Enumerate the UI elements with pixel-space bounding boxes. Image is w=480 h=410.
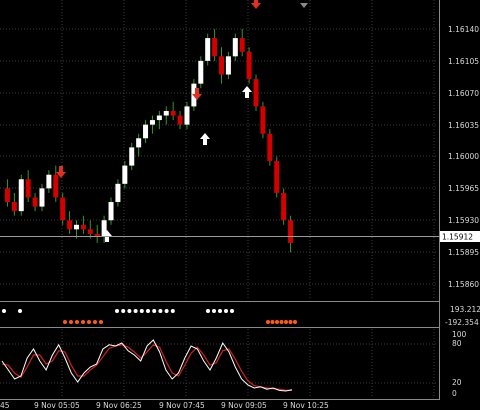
indicator-dot — [164, 309, 169, 313]
candle-body — [53, 174, 59, 198]
price-tick-label: 1.16105 — [448, 57, 479, 66]
candle-body — [205, 38, 211, 61]
indicator-dot — [212, 309, 216, 313]
price-tick-label: 1.15860 — [448, 280, 479, 289]
stoch-level-label: 100 — [452, 330, 467, 339]
chart-canvas[interactable]: 1.16140 1.16105 1.16070 1.16035 1.16000 … — [0, 0, 480, 410]
candle-body — [225, 56, 231, 75]
price-tick-label: 1.16000 — [448, 152, 479, 161]
indicator-dot — [2, 309, 6, 313]
candle-body — [122, 165, 128, 184]
indicator-dot — [115, 309, 119, 313]
candle-body — [219, 56, 224, 75]
indicator-dot — [170, 309, 175, 313]
indicator-dot — [127, 309, 132, 313]
time-tick-label: 9 Nov 07:45 — [159, 401, 205, 410]
candle-body — [260, 106, 266, 134]
indicator-dot — [288, 320, 293, 324]
candle-body — [232, 38, 238, 57]
candle-body — [136, 138, 142, 148]
price-tick-label: 1.15965 — [448, 184, 479, 193]
indicator-dot — [293, 320, 297, 324]
indicator-dot — [87, 320, 91, 324]
candle-body — [198, 60, 204, 84]
candle-body — [80, 224, 86, 230]
indicator-dot — [99, 320, 103, 324]
price-tick-label: 1.16140 — [448, 25, 479, 34]
candle-body — [288, 220, 294, 244]
time-tick-label: 9 Nov 09:05 — [221, 401, 267, 410]
candle-body — [163, 110, 169, 116]
indicator-dot — [275, 320, 279, 324]
indicator-dot — [121, 309, 126, 313]
indicator-dot — [75, 320, 79, 324]
indicator-dot — [279, 320, 284, 324]
price-tick-label: 1.15895 — [448, 248, 479, 257]
candle-body — [108, 202, 114, 221]
candle-body — [212, 38, 218, 57]
indicator-dot — [133, 309, 138, 313]
indicator-dot — [146, 309, 150, 313]
indicator-dot — [284, 320, 288, 324]
indicator-dot — [63, 320, 67, 324]
candle-body — [143, 124, 149, 139]
candle-body — [149, 120, 155, 125]
indicator-dot — [230, 309, 234, 313]
candle-body — [74, 224, 79, 230]
candle-body — [25, 179, 31, 198]
time-tick-label: 9 Nov 10:25 — [283, 401, 329, 410]
time-tick-label: 9 Nov 06:25 — [96, 401, 142, 410]
candle-body — [115, 183, 121, 203]
candle-body — [67, 220, 73, 230]
candle-body — [177, 115, 183, 125]
indicator1-max-label: 193.2121 — [450, 305, 480, 314]
candle-body — [274, 161, 280, 193]
time-tick-label: 9 Nov 05:05 — [34, 401, 80, 410]
candle-body — [87, 229, 93, 234]
price-tick-label: 1.15930 — [448, 216, 479, 225]
indicator-dot — [93, 320, 97, 324]
indicator-dot — [218, 309, 222, 313]
time-tick-label: 45 — [0, 401, 10, 410]
indicator-dot — [18, 309, 22, 313]
candle-body — [253, 79, 259, 107]
indicator-dot — [270, 320, 275, 324]
current-price-label: 1.15912 — [442, 233, 473, 242]
stoch-level-label: 20 — [452, 378, 462, 387]
candle-body — [281, 192, 287, 221]
price-tick-label: 1.16070 — [448, 89, 479, 98]
candle-body — [32, 197, 38, 207]
indicator1-min-label: -192.354 — [445, 318, 479, 327]
stoch-level-label: 0 — [452, 389, 457, 398]
indicator-dot — [224, 309, 228, 313]
candle-body — [39, 188, 45, 207]
stoch-level-label: 80 — [452, 339, 462, 348]
indicator-dot — [266, 320, 270, 324]
candle-body — [11, 202, 17, 212]
candle-body — [239, 38, 245, 52]
indicator-dot — [206, 309, 210, 313]
indicator-dot — [152, 309, 157, 313]
candle-body — [156, 115, 162, 121]
candle-body — [46, 174, 52, 189]
candle-body — [60, 197, 66, 221]
price-scale: 1.16140 1.16105 1.16070 1.16035 1.16000 … — [448, 25, 479, 289]
candle-body — [170, 110, 176, 116]
candle-body — [129, 147, 135, 166]
indicator-dot — [158, 309, 163, 313]
indicator-dot — [81, 320, 85, 324]
indicator-dot — [69, 320, 73, 324]
candle-body — [246, 51, 252, 80]
candle-body — [18, 179, 24, 212]
candle-body — [4, 188, 10, 203]
indicator-dot — [139, 309, 144, 313]
candle-body — [184, 106, 190, 125]
price-tick-label: 1.16035 — [448, 121, 479, 130]
candle-body — [267, 133, 273, 162]
